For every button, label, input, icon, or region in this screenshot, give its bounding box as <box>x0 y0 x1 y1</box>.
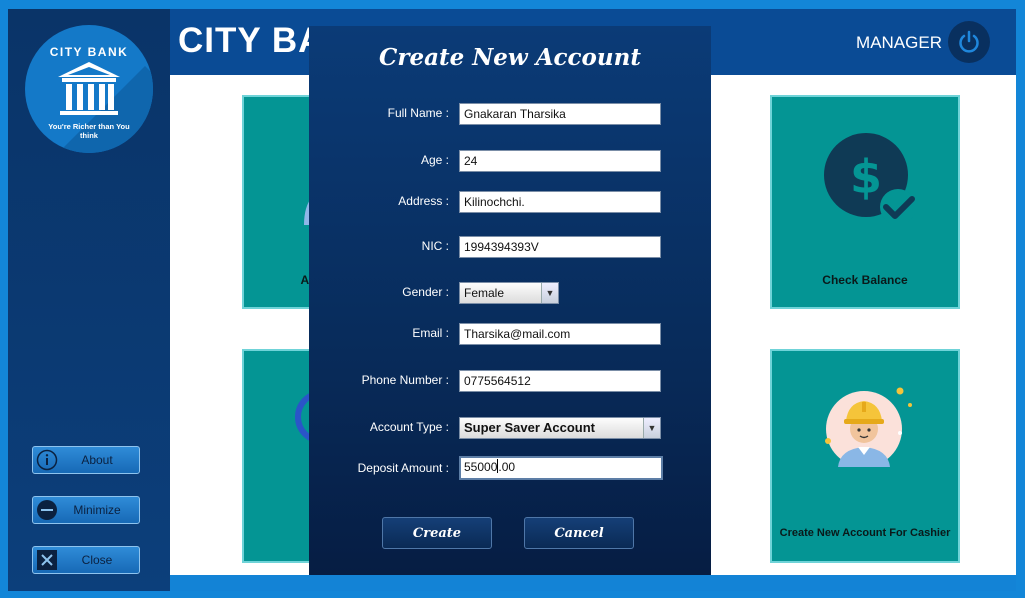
gender-value: Female <box>464 286 505 300</box>
deposit-value-part: 55000 <box>464 460 498 474</box>
dollar-check-icon: $ <box>824 133 916 225</box>
tile-check-balance[interactable]: $ Check Balance <box>770 95 960 309</box>
close-button[interactable]: Close <box>32 546 140 574</box>
user-role-label: MANAGER <box>856 33 942 52</box>
tile-create-cashier-account[interactable]: Create New Account For Cashier <box>770 349 960 563</box>
minus-icon <box>33 499 61 521</box>
account-type-select[interactable]: Super Saver Account ▼ <box>459 417 661 439</box>
deposit-label: Deposit Amount : <box>357 461 449 475</box>
sidebar: CITY BANK You're Richer than You think A… <box>8 9 170 591</box>
minimize-label: Minimize <box>73 503 121 517</box>
dialog-title: Create New Account <box>379 44 641 71</box>
bank-logo: CITY BANK You're Richer than You think <box>25 25 153 153</box>
phone-input[interactable]: 0775564512 <box>459 370 661 392</box>
create-button[interactable]: Create <box>382 517 492 549</box>
app-window: CITY BANK You're Richer than You think A… <box>8 9 1016 591</box>
logo-tagline: You're Richer than You think <box>48 122 130 140</box>
create-account-dialog: Create New Account Full Name : Gnakaran … <box>309 26 711 575</box>
gender-label: Gender : <box>402 285 449 299</box>
age-input[interactable]: 24 <box>459 150 661 172</box>
deposit-value-part: .00 <box>498 460 516 474</box>
cancel-button[interactable]: Cancel <box>524 517 634 549</box>
bottom-strip <box>170 575 1016 591</box>
email-input[interactable]: Tharsika@mail.com <box>459 323 661 345</box>
nic-input[interactable]: 1994394393V <box>459 236 661 258</box>
phone-label: Phone Number : <box>361 373 449 387</box>
chevron-down-icon[interactable]: ▼ <box>643 418 660 438</box>
minimize-button[interactable]: Minimize <box>32 496 140 524</box>
svg-text:$: $ <box>850 150 882 204</box>
full-name-input[interactable]: Gnakaran Tharsika <box>459 103 661 125</box>
account-type-value: Super Saver Account <box>464 420 596 435</box>
about-label: About <box>81 453 113 467</box>
tile-label: Create New Account For Cashier <box>779 527 951 539</box>
worker-avatar-icon <box>825 387 912 467</box>
tile-label: Check Balance <box>822 273 908 287</box>
bank-building-icon <box>58 62 120 115</box>
about-button[interactable]: About <box>32 446 140 474</box>
logo-title: CITY BANK <box>49 45 129 59</box>
info-icon <box>33 449 61 471</box>
close-icon <box>33 549 61 571</box>
chevron-down-icon[interactable]: ▼ <box>541 283 558 303</box>
nic-label: NIC : <box>421 239 449 253</box>
close-label: Close <box>81 553 113 567</box>
power-icon <box>959 30 979 53</box>
address-input[interactable]: Kilinochchi. <box>459 191 661 213</box>
deposit-amount-input[interactable]: 55000.00 <box>459 456 663 480</box>
email-label: Email : <box>412 326 449 340</box>
account-type-label: Account Type : <box>369 420 449 434</box>
logout-button[interactable] <box>948 21 990 63</box>
full-name-label: Full Name : <box>387 106 449 120</box>
gender-select[interactable]: Female ▼ <box>459 282 559 304</box>
address-label: Address : <box>398 194 449 208</box>
age-label: Age : <box>420 153 449 167</box>
